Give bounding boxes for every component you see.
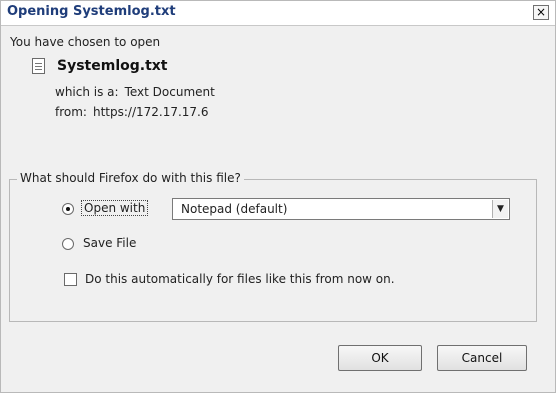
file-name: Systemlog.txt: [57, 58, 168, 74]
file-row: Systemlog.txt: [32, 58, 168, 74]
application-select[interactable]: Notepad (default) ▼: [172, 198, 510, 220]
application-select-value: Notepad (default): [181, 202, 288, 216]
close-icon[interactable]: ×: [533, 5, 549, 20]
file-source-row: from: https://172.17.17.6: [55, 105, 209, 119]
file-type-value: Text Document: [124, 85, 215, 99]
file-type-row: which is a: Text Document: [55, 85, 215, 99]
action-group-label: What should Firefox do with this file?: [17, 171, 244, 185]
radio-selected-dot: [66, 207, 70, 211]
auto-checkbox[interactable]: [64, 273, 77, 286]
file-source-label: from:: [55, 105, 87, 119]
file-source-value: https://172.17.17.6: [92, 105, 209, 119]
title-bar: Opening Systemlog.txt ×: [1, 1, 555, 26]
file-type-label: which is a:: [55, 85, 119, 99]
chevron-down-icon[interactable]: ▼: [492, 200, 508, 218]
save-file-label[interactable]: Save File: [83, 236, 136, 250]
download-dialog: Opening Systemlog.txt × You have chosen …: [0, 0, 556, 393]
open-with-radio[interactable]: [62, 203, 74, 215]
document-icon: [32, 58, 45, 74]
auto-checkbox-label[interactable]: Do this automatically for files like thi…: [85, 272, 395, 286]
cancel-button[interactable]: Cancel: [437, 345, 527, 371]
open-with-label[interactable]: Open with: [81, 200, 149, 216]
window-title: Opening Systemlog.txt: [7, 4, 176, 19]
ok-button[interactable]: OK: [338, 345, 422, 371]
chosen-message: You have chosen to open: [10, 35, 161, 49]
save-file-radio[interactable]: [62, 238, 74, 250]
